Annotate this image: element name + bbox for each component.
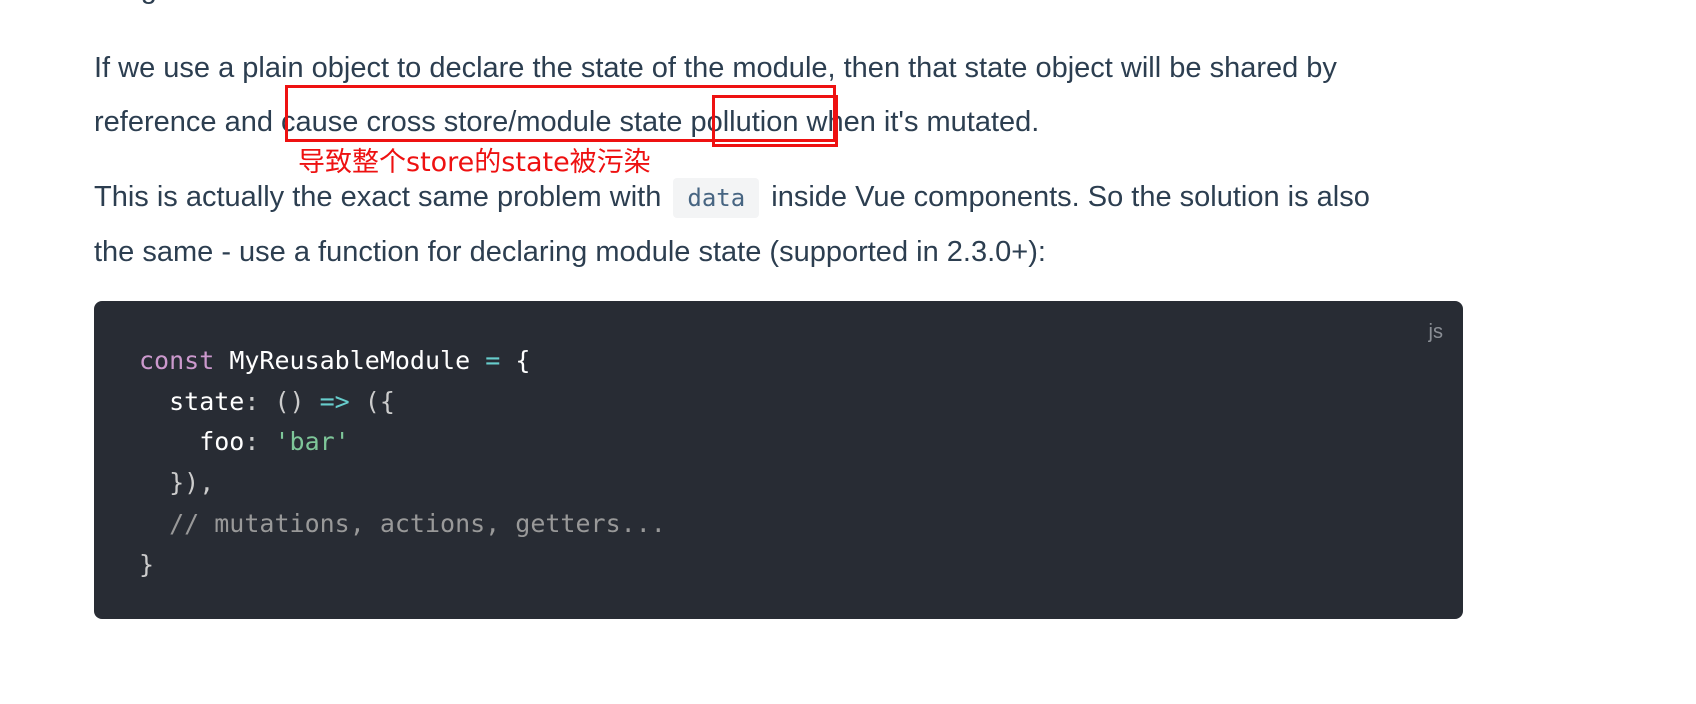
code-parens: () (259, 386, 305, 416)
code-punct: { (500, 346, 531, 375)
code-line-4: }), (139, 468, 215, 498)
code-identifier: MyReusableModule (214, 346, 486, 375)
paragraph-module-state-pollution: If we use a plain object to declare the … (94, 41, 1337, 149)
code-line-2: state: () => ({ (139, 387, 395, 416)
paragraph1-line2-end: when it's mutated. (798, 106, 1040, 138)
paragraph2-line1-start: This is actually the exact same problem … (94, 181, 670, 213)
code-line-5-comment: // mutations, actions, getters... (139, 508, 666, 538)
paragraph2-line2: the same - use a function for declaring … (94, 236, 1046, 268)
cutoff-text-line: thing at the main module (94, 0, 412, 16)
paragraph1-line1: If we use a plain object to declare the … (94, 52, 1337, 84)
code-property: foo (139, 427, 245, 457)
paragraph1-line2-start: reference and (94, 106, 282, 138)
paragraph-solution: This is actually the exact same problem … (94, 170, 1370, 279)
inline-code-data: data (673, 178, 760, 218)
code-line-6: } (139, 549, 155, 579)
highlighted-word-pollution: pollution (690, 106, 799, 138)
code-punct: ({ (349, 386, 395, 416)
doc-page: thing at the main module If we use a pla… (0, 0, 1696, 704)
code-operator: = (485, 346, 501, 375)
code-line-3: foo: 'bar' (139, 427, 350, 456)
code-line-1: const MyReusableModule = { (139, 346, 530, 375)
code-property: state (139, 386, 245, 416)
code-colon: : (244, 427, 260, 457)
highlighted-phrase: cause cross store/module state (281, 106, 691, 138)
code-language-label: js (1428, 321, 1443, 343)
code-keyword: const (139, 346, 215, 375)
code-content: const MyReusableModule = { state: () => … (139, 341, 666, 585)
paragraph2-line1-end: inside Vue components. So the solution i… (763, 181, 1370, 213)
code-block: js const MyReusableModule = { state: () … (94, 301, 1463, 619)
code-string: 'bar' (259, 427, 350, 457)
code-colon: : (244, 386, 260, 416)
code-arrow: => (304, 386, 350, 416)
